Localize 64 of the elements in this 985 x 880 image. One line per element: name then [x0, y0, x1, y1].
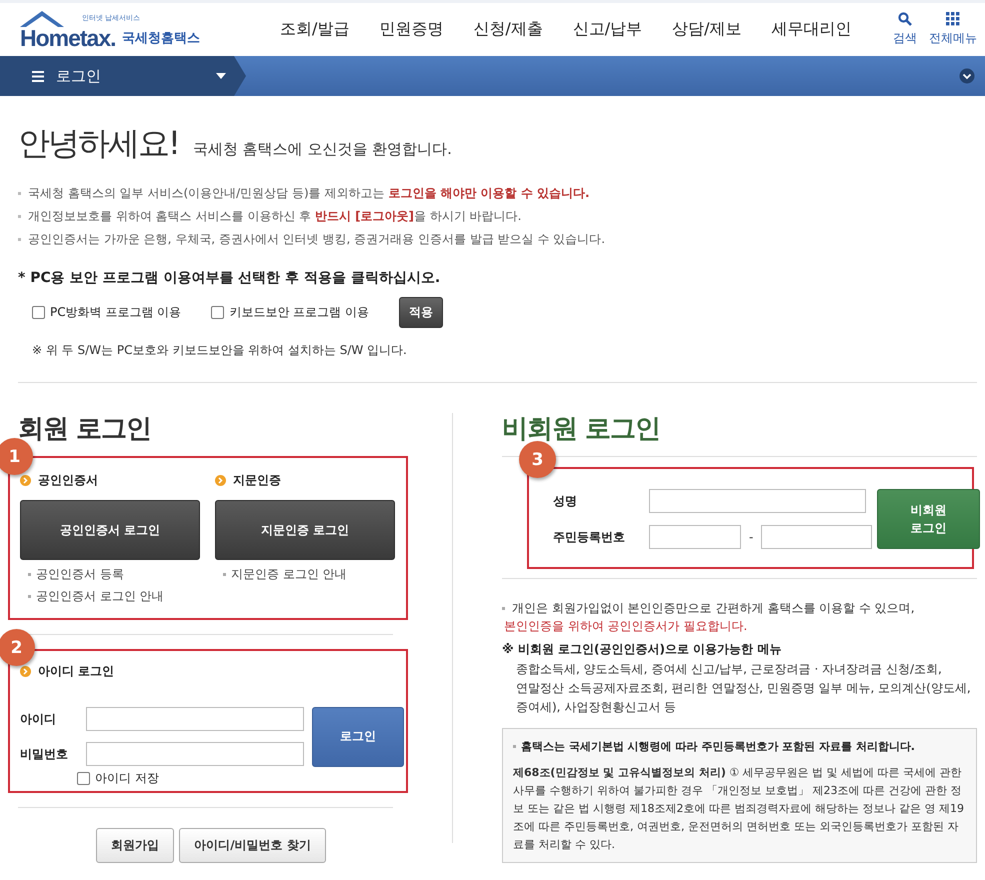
expand-icon[interactable]: [959, 68, 975, 84]
rrn-input-field[interactable]: [649, 525, 741, 549]
nav-link[interactable]: 세무대리인: [772, 19, 852, 40]
search-icon: [898, 12, 912, 26]
step-badge: 3: [519, 441, 556, 478]
nav-link[interactable]: 신청/제출: [473, 19, 543, 40]
guide-link[interactable]: 공인인증서 로그인 안내: [28, 588, 200, 604]
field-label: 성명: [553, 492, 578, 510]
security-instruction: * PC용 보안 프로그램 이용여부를 선택한 후 적용을 클릭하십시오.: [18, 269, 442, 287]
rrn-input-field[interactable]: [761, 525, 872, 549]
dash-separator: -: [749, 530, 754, 544]
step-badge: 1: [0, 438, 33, 475]
privacy-text: 제68조(민감정보 및 고유식별정보의 처리) ① 세무공무원은 법 및 세법에 따른 국세에 관한 사무를 수행하기 위하여 불가피한 경우 「개인정보 보호법」 제23조에 따른 건강에 관한 정보 또는 같은 법 시행령 제18조제2호에 따른 범죄경력자료에 해당하는 정보나 같은 영 제19조에 따른 주민등록번호, 여권번호, 운전면허의 면허번호 또는 외국인등록번호가 포함된 자료를 처리할 수 있다.: [513, 765, 965, 853]
account-button[interactable]: 아이디/비밀번호 찾기: [179, 828, 326, 863]
chevron-bullet-icon: [20, 666, 31, 677]
grid-menu-icon: [946, 12, 960, 26]
step-badge: 2: [0, 629, 35, 666]
notice-text: 공인인증서는 가까운 은행, 우체국, 증권사에서 인터넷 뱅킹, 증권거래용 인증서를 발급 받으실 수 있습니다.: [18, 228, 977, 251]
chevron-bullet-icon: [20, 475, 31, 486]
greeting-title: 안녕하세요!: [18, 123, 179, 164]
guest-notice: 개인은 회원가입없이 본인인증만으로 간편하게 홈택스를 이용할 수 있으며,: [512, 600, 916, 617]
section-heading: 지문인증: [233, 472, 281, 489]
checkbox-label: 아이디 저장: [95, 770, 159, 787]
menu-list-title: ※ 비회원 로그인(공인인증서)으로 이용가능한 메뉴: [502, 641, 782, 658]
menu-list-text: 종합소득세, 양도소득세, 증여세 신고/납부, 근로장려금 · 자녀장려금 신청/조회, 연말정산 소득공제자료조회, 편리한 연말정산, 민원증명 일부 메뉴, 모의계산(양도세,증여세), 사업장현황신고서 등: [516, 661, 971, 716]
checkbox[interactable]: [77, 772, 90, 785]
nav-link[interactable]: 조회/발급: [280, 19, 350, 40]
field-label: 비밀번호: [20, 746, 69, 762]
tool-link[interactable]: 전체메뉴: [929, 12, 977, 47]
guest-login-button[interactable]: 비회원 로그인: [877, 489, 980, 549]
nav-link[interactable]: 상담/제보: [672, 19, 742, 40]
password-input-field[interactable]: [86, 742, 304, 766]
checkbox[interactable]: [211, 306, 224, 319]
greeting-subtitle: 국세청 홈택스에 오신것을 환영합니다.: [192, 140, 452, 159]
logo-name[interactable]: 국세청홈택스: [122, 28, 200, 46]
field-label: 아이디: [20, 710, 57, 728]
chevron-bullet-icon: [215, 475, 226, 486]
notice-text: 개인정보보호를 위하여 홈택스 서비스를 이용하신 후 반드시 [로그아웃]을 하시기 바랍니다.: [18, 205, 977, 228]
notice-text: 국세청 홈택스의 일부 서비스(이용안내/민원상담 등)를 제외하고는 로그인을 해야만 이용할 수 있습니다.: [18, 182, 977, 205]
section-heading: 아이디 로그인: [38, 663, 114, 680]
tool-link[interactable]: 검색: [893, 12, 917, 47]
name-input-field[interactable]: [649, 489, 866, 513]
field-label: 주민등록번호: [553, 528, 626, 546]
nav-link[interactable]: 민원증명: [379, 19, 444, 40]
security-note: ※ 위 두 S/W는 PC보호와 키보드보안을 위하여 설치하는 S/W 입니다.: [32, 342, 408, 359]
checkbox-label: 키보드보안 프로그램 이용: [229, 304, 369, 321]
checkbox-label: PC방화벽 프로그램 이용: [50, 304, 182, 321]
menu-icon: [32, 70, 44, 82]
guide-link[interactable]: 지문인증 로그인 안내: [223, 566, 395, 582]
account-button[interactable]: 회원가입: [96, 828, 174, 863]
caret-icon: [216, 73, 226, 79]
login-button[interactable]: 공인인증서 로그인: [20, 500, 200, 560]
nav-link[interactable]: 신고/납부: [572, 19, 642, 40]
id-input-field[interactable]: [86, 707, 304, 731]
logo-wordmark[interactable]: Hometax.: [20, 24, 116, 52]
guide-link[interactable]: 공인인증서 등록: [28, 566, 200, 582]
guest-warning: 본인인증을 위하여 공인인증서가 필요합니다.: [504, 618, 748, 635]
login-button[interactable]: 지문인증 로그인: [215, 500, 395, 560]
privacy-title: 홈택스는 국세기본법 시행령에 따라 주민등록번호가 포함된 자료를 처리합니다.: [513, 739, 966, 754]
checkbox[interactable]: [32, 306, 45, 319]
section-heading: 공인인증서: [38, 472, 98, 489]
apply-button[interactable]: 적용: [398, 297, 443, 328]
login-button[interactable]: 로그인: [312, 706, 404, 766]
location-dropdown[interactable]: 로그인: [0, 56, 246, 96]
